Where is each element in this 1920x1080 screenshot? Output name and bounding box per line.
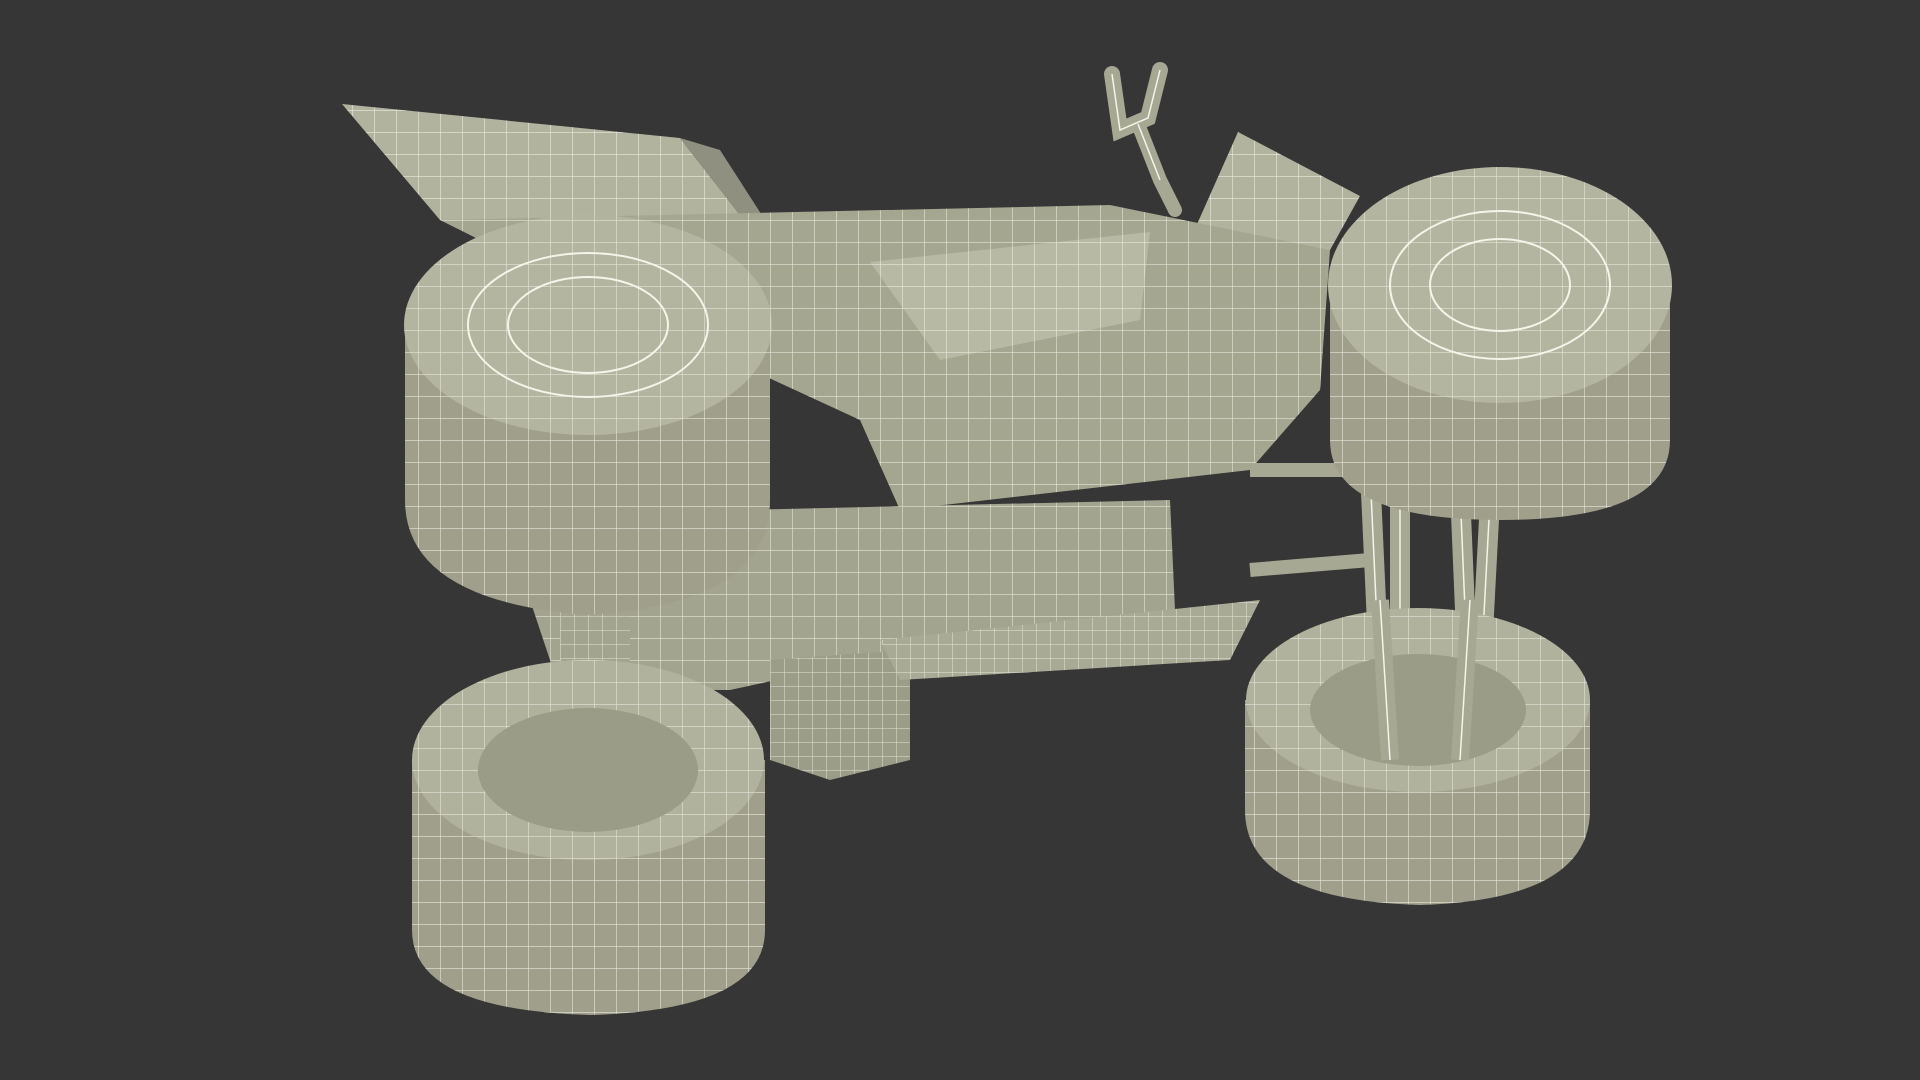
handlebar (1104, 62, 1182, 217)
atv-wireframe-render (342, 62, 1672, 1015)
wheel-front-top (1328, 167, 1672, 520)
wheel-front-bottom (1245, 599, 1590, 905)
wheel-rear-bottom (412, 660, 765, 1015)
viewport (0, 0, 1920, 1080)
wheel-rear-top (404, 215, 772, 615)
